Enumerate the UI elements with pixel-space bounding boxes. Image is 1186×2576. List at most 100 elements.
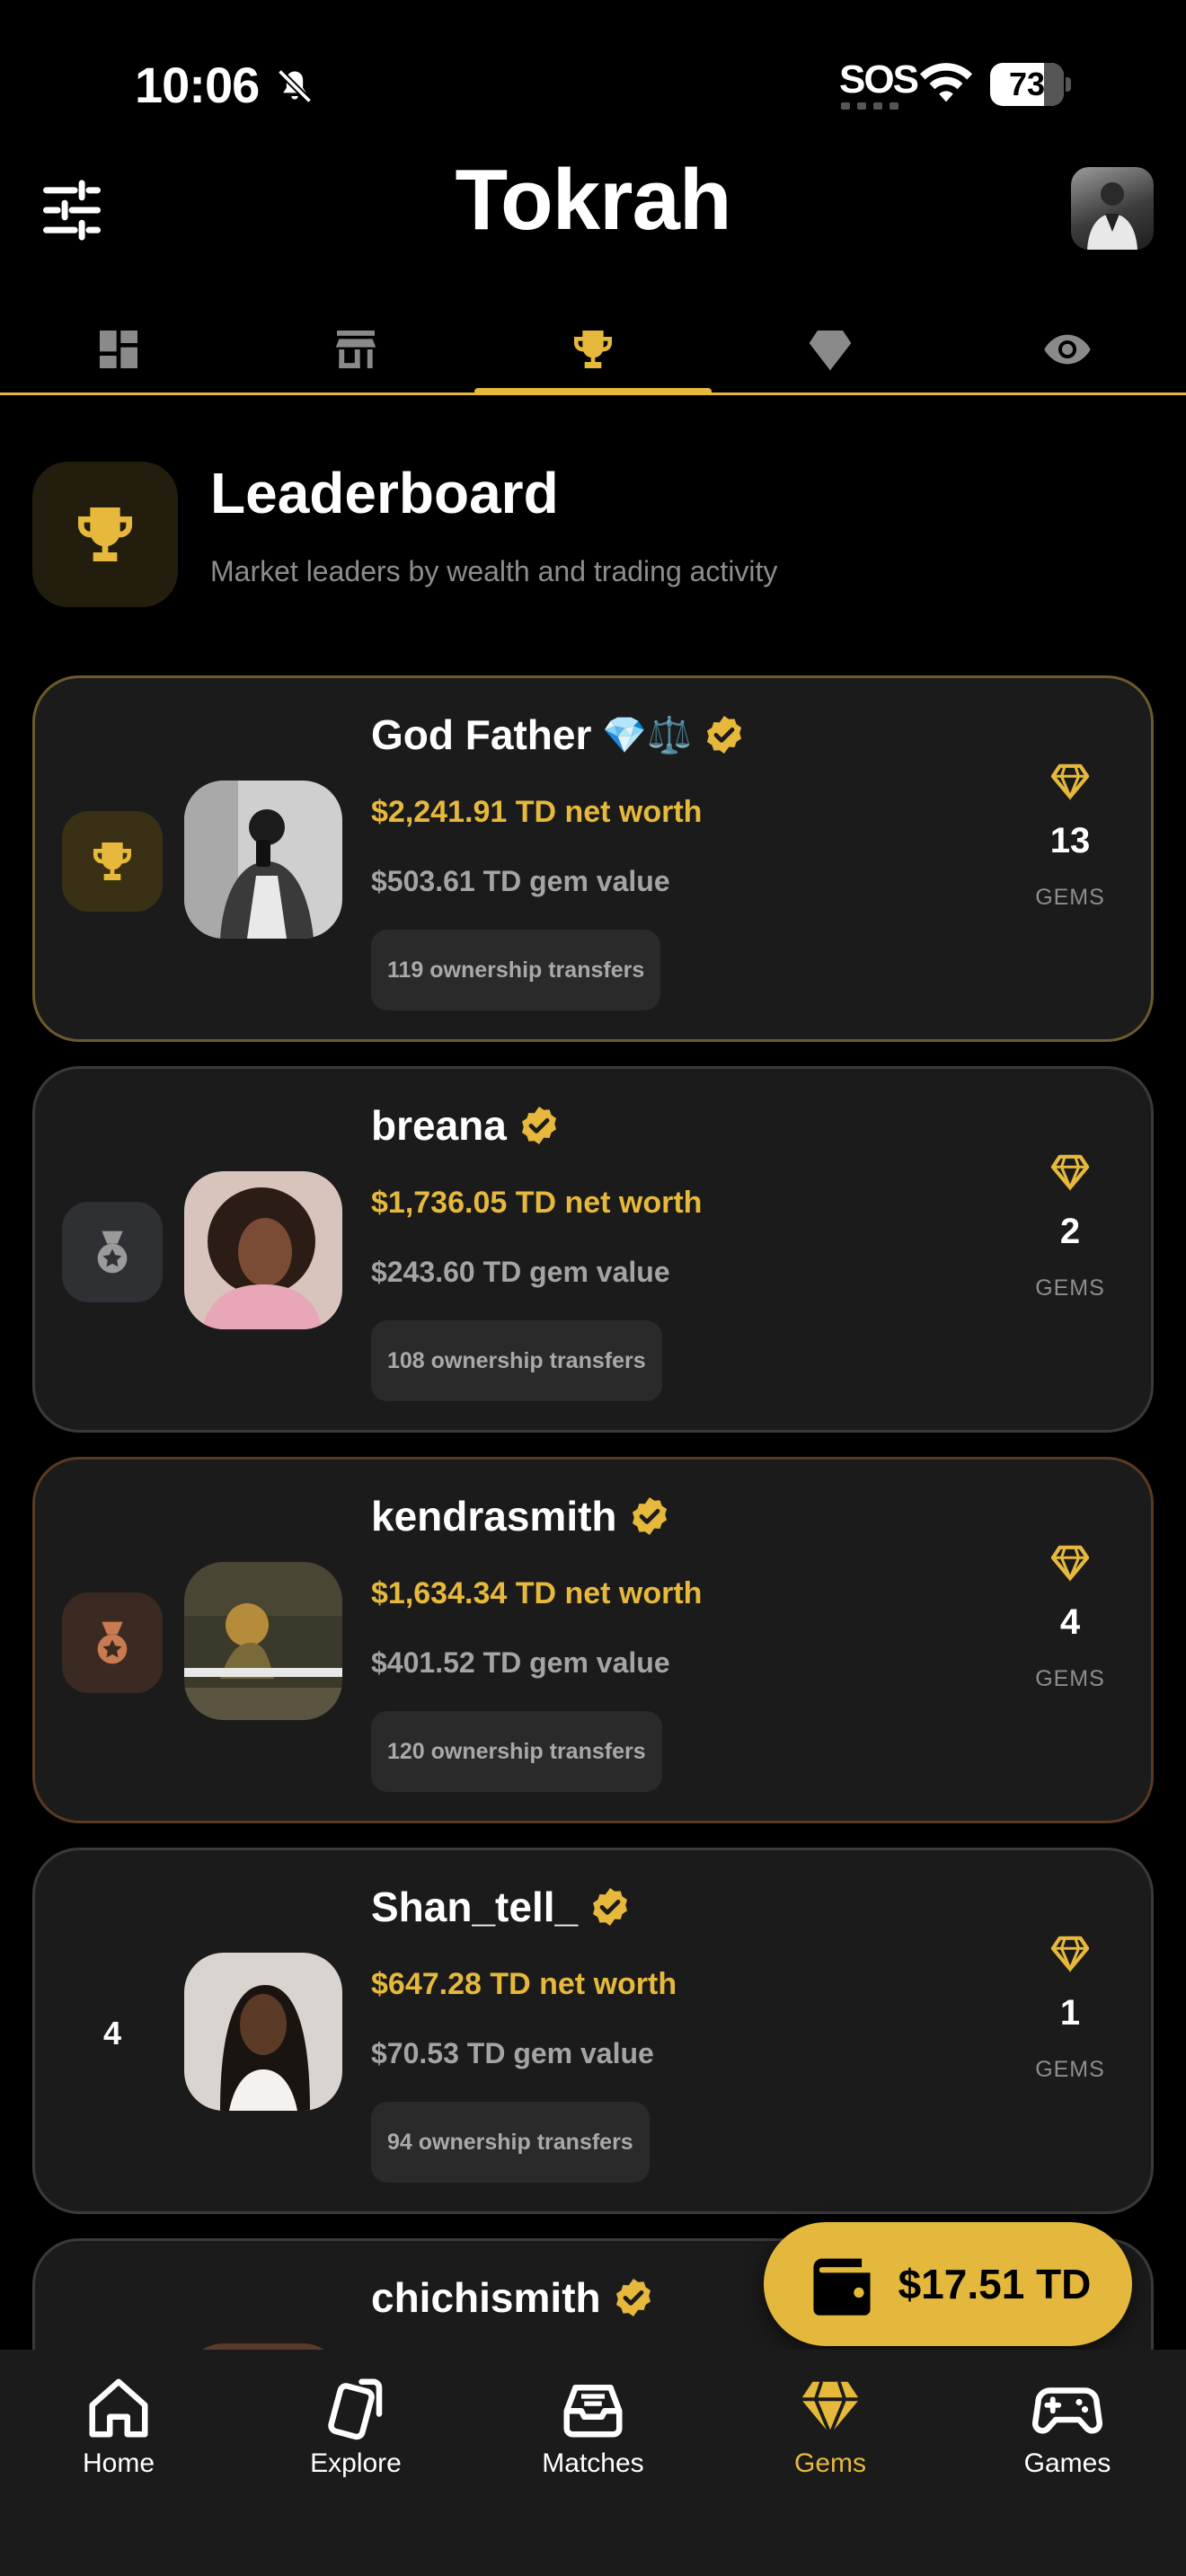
wallet-balance: $17.51 TD: [898, 2261, 1092, 2307]
nav-games[interactable]: Games: [949, 2350, 1186, 2576]
gems-label: GEMS: [1035, 2057, 1105, 2082]
avatar[interactable]: [184, 1562, 342, 1720]
verified-badge-icon: [521, 1107, 556, 1144]
wallet-balance-button[interactable]: $17.51 TD: [764, 2222, 1132, 2346]
gem-count: 2: [1059, 1212, 1081, 1251]
bottom-nav: Home Explore Matches Gems Games: [0, 2350, 1186, 2576]
nav-matches[interactable]: Matches: [474, 2350, 712, 2576]
user-name[interactable]: kendrasmith: [371, 1492, 617, 1540]
bell-muted-icon: [277, 68, 313, 104]
signal-dots: [841, 102, 900, 110]
medal-silver-icon: [97, 1231, 128, 1274]
gem-icon: [1050, 1936, 1090, 1973]
user-name[interactable]: God Father: [371, 710, 591, 759]
gem-count: 1: [1059, 1993, 1081, 2033]
user-photo: [184, 1562, 342, 1720]
top-tab-bar: [0, 305, 1186, 395]
trophy-icon: [93, 842, 131, 880]
page-title: Leaderboard: [210, 461, 559, 525]
avatar[interactable]: [184, 1171, 342, 1329]
leaderboard-header-icon: [32, 462, 178, 607]
trophy-icon: [574, 330, 612, 368]
avatar[interactable]: [184, 781, 342, 939]
gem-count-block: 2 GEMS: [1016, 1153, 1124, 1301]
name-row: chichismith: [371, 2273, 655, 2322]
tab-watchlist[interactable]: [949, 305, 1186, 393]
net-worth: $1,736.05 TD net worth: [371, 1186, 703, 1220]
diamond-icon: [809, 330, 852, 370]
net-worth: $647.28 TD net worth: [371, 1967, 677, 2001]
net-worth: $1,634.34 TD net worth: [371, 1576, 703, 1610]
gems-label: GEMS: [1035, 885, 1105, 910]
tab-leaderboard[interactable]: [474, 305, 712, 395]
user-photo: [184, 781, 342, 939]
nav-label: Explore: [310, 2448, 402, 2478]
verified-badge-icon: [615, 2279, 651, 2316]
nav-explore[interactable]: Explore: [237, 2350, 474, 2576]
ownership-transfers-badge: 94 ownership transfers: [371, 2102, 650, 2183]
ownership-transfers-badge: 119 ownership transfers: [371, 930, 661, 1010]
rank-badge-bronze: [62, 1592, 163, 1693]
gem-count: 13: [1049, 821, 1091, 860]
gem-value: $401.52 TD gem value: [371, 1646, 670, 1679]
ownership-transfers-badge: 108 ownership transfers: [371, 1320, 662, 1401]
verified-badge-icon: [632, 1497, 667, 1535]
gems-label: GEMS: [1035, 1275, 1105, 1301]
verified-badge-icon: [593, 1888, 628, 1926]
home-icon: [89, 2378, 148, 2438]
net-worth: $2,241.91 TD net worth: [371, 795, 703, 829]
user-name[interactable]: Shan_tell_: [371, 1883, 578, 1931]
leader-card-2[interactable]: breana $1,736.05 TD net worth $243.60 TD…: [32, 1066, 1154, 1433]
avatar[interactable]: [184, 1953, 342, 2111]
user-photo: [184, 1171, 342, 1329]
tab-gems[interactable]: [712, 305, 949, 393]
name-row: kendrasmith: [371, 1492, 671, 1540]
trophy-icon: [78, 507, 132, 561]
profile-photo: [1087, 182, 1137, 250]
tab-dashboard[interactable]: [0, 305, 237, 393]
page-subtitle: Market leaders by wealth and trading act…: [210, 555, 778, 587]
gem-value: $70.53 TD gem value: [371, 2037, 654, 2069]
name-row: God Father 💎⚖️: [371, 710, 746, 759]
gem-count: 4: [1059, 1602, 1081, 1642]
gem-count-block: 1 GEMS: [1016, 1935, 1124, 2083]
gem-icon: [1050, 1154, 1090, 1192]
gem-count-block: 13 GEMS: [1016, 763, 1124, 911]
gem-value: $503.61 TD gem value: [371, 865, 670, 897]
wallet-icon: [813, 2258, 871, 2316]
gem-value: $243.60 TD gem value: [371, 1256, 670, 1288]
user-emoji: 💎⚖️: [602, 714, 692, 756]
user-photo: [184, 1953, 342, 2111]
leader-card-3[interactable]: kendrasmith $1,634.34 TD net worth $401.…: [32, 1457, 1154, 1823]
user-name[interactable]: chichismith: [371, 2273, 601, 2322]
dashboard-icon: [100, 330, 137, 368]
inbox-icon: [563, 2385, 623, 2438]
battery-level: 73: [1008, 66, 1046, 102]
medal-bronze-icon: [97, 1621, 128, 1664]
nav-label: Games: [1023, 2448, 1111, 2478]
gem-icon: [1050, 1545, 1090, 1583]
gem-icon: [1050, 763, 1090, 801]
tab-store[interactable]: [237, 305, 474, 393]
rank-badge-gold: [62, 811, 163, 912]
gem-icon: [801, 2381, 860, 2439]
nav-gems[interactable]: Gems: [712, 2350, 949, 2576]
nav-home[interactable]: Home: [0, 2350, 237, 2576]
app-title: Tokrah: [455, 152, 732, 248]
gems-label: GEMS: [1035, 1666, 1105, 1691]
verified-badge-icon: [706, 716, 741, 754]
profile-avatar[interactable]: [1071, 167, 1154, 250]
user-name[interactable]: breana: [371, 1101, 507, 1150]
wifi-icon: [919, 63, 973, 102]
ownership-transfers-badge: 120 ownership transfers: [371, 1711, 662, 1792]
battery-icon: 73: [990, 63, 1071, 106]
eye-icon: [1044, 334, 1091, 364]
rank-number: 4: [102, 2015, 122, 2051]
nav-label: Matches: [542, 2448, 644, 2478]
name-row: Shan_tell_: [371, 1883, 632, 1931]
nav-label: Home: [82, 2448, 155, 2478]
gamepad-icon: [1032, 2387, 1102, 2434]
leader-card-1[interactable]: God Father 💎⚖️ $2,241.91 TD net worth $5…: [32, 675, 1154, 1042]
name-row: breana: [371, 1101, 561, 1150]
leader-card-4[interactable]: 4 Shan_tell_ $647.28 TD net worth $70.53…: [32, 1848, 1154, 2214]
